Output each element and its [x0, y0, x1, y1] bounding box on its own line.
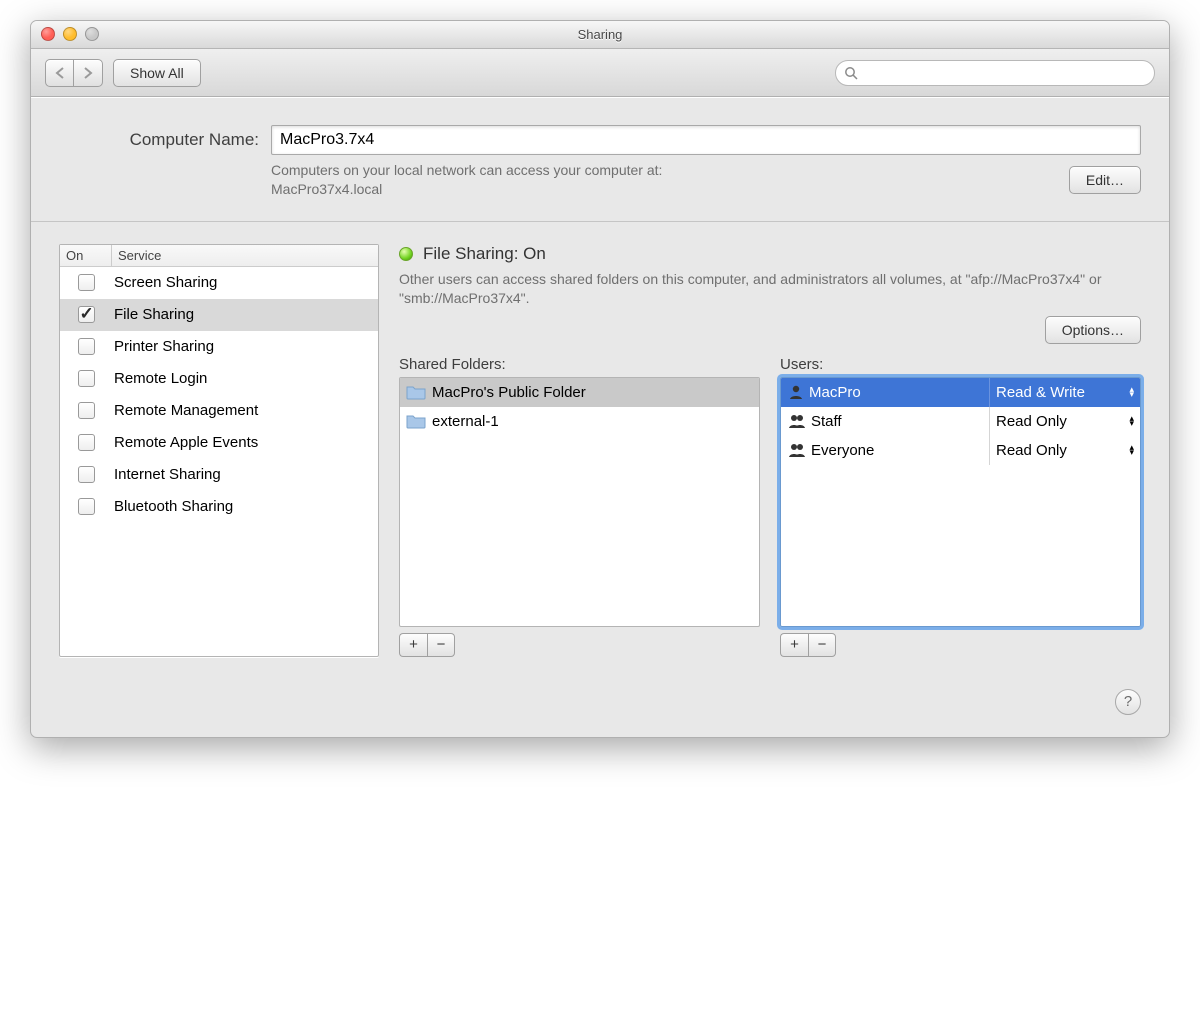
user-row[interactable]: Staff Read Only ▴▾ [781, 407, 1140, 436]
service-name: Printer Sharing [112, 338, 378, 355]
services-list: On Service Screen Sharing File Sharing Pri… [59, 244, 379, 657]
status-title: File Sharing: On [423, 244, 546, 264]
show-all-button[interactable]: Show All [113, 59, 201, 87]
computer-name-section: Computer Name: Computers on your local n… [31, 97, 1169, 222]
permission-value: Read Only [996, 442, 1067, 459]
service-name: Bluetooth Sharing [112, 498, 378, 515]
status-description: Other users can access shared folders on… [399, 270, 1141, 308]
help-button[interactable]: ? [1115, 689, 1141, 715]
folder-icon [406, 413, 426, 429]
user-name: MacPro [809, 384, 861, 401]
permission-stepper[interactable]: Read Only ▴▾ [990, 407, 1140, 436]
detail-pane: File Sharing: On Other users can access … [399, 244, 1141, 657]
service-name: File Sharing [112, 306, 378, 323]
window-controls [41, 27, 99, 41]
search-input[interactable] [862, 65, 1146, 80]
service-checkbox[interactable] [78, 370, 95, 387]
forward-button[interactable] [74, 60, 102, 86]
service-row[interactable]: Bluetooth Sharing [60, 491, 378, 523]
folder-item[interactable]: external-1 [400, 407, 759, 436]
services-header: On Service [60, 245, 378, 267]
back-forward-group [45, 59, 103, 87]
close-button[interactable] [41, 27, 55, 41]
service-row[interactable]: Printer Sharing [60, 331, 378, 363]
service-checkbox[interactable] [78, 434, 95, 451]
main-pane: On Service Screen Sharing File Sharing Pri… [31, 222, 1169, 689]
folder-name: MacPro's Public Folder [432, 384, 586, 401]
service-row[interactable]: Internet Sharing [60, 459, 378, 491]
shared-folders-column: Shared Folders: MacPro's Public Folder ex… [399, 356, 760, 657]
service-row[interactable]: File Sharing [60, 299, 378, 331]
titlebar: Sharing [31, 21, 1169, 49]
service-name: Screen Sharing [112, 274, 378, 291]
status-indicator-icon [399, 247, 413, 261]
zoom-button[interactable] [85, 27, 99, 41]
stepper-icon: ▴▾ [1129, 416, 1134, 426]
user-name: Everyone [811, 442, 874, 459]
col-header-service: Service [112, 245, 378, 266]
service-checkbox[interactable] [78, 338, 95, 355]
search-field[interactable] [835, 60, 1155, 86]
service-checkbox[interactable] [78, 274, 95, 291]
add-folder-button[interactable]: + [399, 633, 427, 657]
remove-folder-button[interactable]: − [427, 633, 455, 657]
folder-item[interactable]: MacPro's Public Folder [400, 378, 759, 407]
service-name: Remote Management [112, 402, 378, 419]
service-row[interactable]: Remote Management [60, 395, 378, 427]
users-label: Users: [780, 356, 1141, 373]
user-name: Staff [811, 413, 842, 430]
back-button[interactable] [46, 60, 74, 86]
remove-user-button[interactable]: − [808, 633, 836, 657]
service-row[interactable]: Remote Login [60, 363, 378, 395]
minimize-button[interactable] [63, 27, 77, 41]
service-checkbox[interactable] [78, 498, 95, 515]
service-name: Remote Apple Events [112, 434, 378, 451]
toolbar: Show All [31, 49, 1169, 97]
permission-stepper[interactable]: Read Only ▴▾ [990, 436, 1140, 465]
computer-name-label: Computer Name: [59, 130, 259, 150]
stepper-icon: ▴▾ [1129, 445, 1134, 455]
service-checkbox[interactable] [78, 402, 95, 419]
group-icon [787, 412, 807, 430]
service-checkbox[interactable] [78, 466, 95, 483]
stepper-icon: ▴▾ [1129, 387, 1134, 397]
computer-name-field[interactable] [271, 125, 1141, 155]
add-user-button[interactable]: + [780, 633, 808, 657]
service-name: Internet Sharing [112, 466, 378, 483]
options-button[interactable]: Options… [1045, 316, 1141, 344]
edit-button[interactable]: Edit… [1069, 166, 1141, 194]
col-header-on: On [60, 245, 112, 266]
user-row[interactable]: MacPro Read & Write ▴▾ [781, 378, 1140, 407]
service-checkbox[interactable] [78, 306, 95, 323]
service-name: Remote Login [112, 370, 378, 387]
user-row[interactable]: Everyone Read Only ▴▾ [781, 436, 1140, 465]
sharing-window: Sharing Show All Computer Name: Computer… [30, 20, 1170, 738]
shared-folders-label: Shared Folders: [399, 356, 760, 373]
permission-stepper[interactable]: Read & Write ▴▾ [990, 378, 1140, 407]
users-column: Users: MacPro Read & Write ▴▾ Staff Read Onl… [780, 356, 1141, 657]
network-access-description: Computers on your local network can acce… [271, 161, 1057, 199]
users-list[interactable]: MacProRead & Write▴▾StaffRead Only▴▾Ever… [780, 377, 1141, 627]
permission-value: Read & Write [996, 384, 1085, 401]
service-row[interactable]: Screen Sharing [60, 267, 378, 299]
shared-folders-list[interactable]: MacPro's Public Folder external-1 [399, 377, 760, 627]
group-icon [787, 441, 807, 459]
permission-value: Read Only [996, 413, 1067, 430]
service-row[interactable]: Remote Apple Events [60, 427, 378, 459]
folder-name: external-1 [432, 413, 499, 430]
user-icon [787, 383, 805, 401]
window-title: Sharing [578, 27, 623, 42]
folder-icon [406, 384, 426, 400]
search-icon [844, 66, 858, 80]
